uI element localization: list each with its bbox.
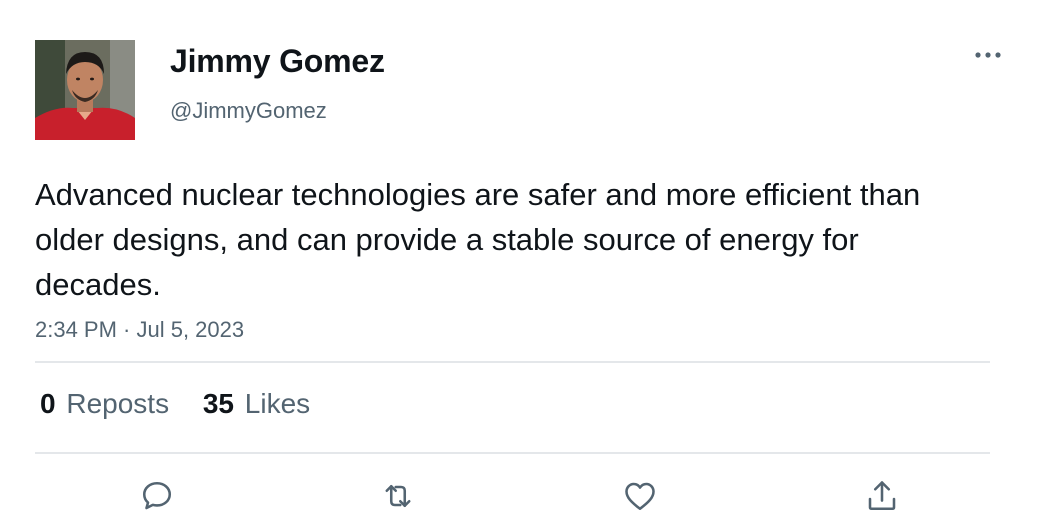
- share-icon: [868, 481, 896, 511]
- tweet-text: Advanced nuclear technologies are safer …: [35, 177, 921, 302]
- reposts-stat[interactable]: 0 Reposts: [40, 388, 169, 420]
- more-options-button[interactable]: [968, 40, 1008, 70]
- reposts-count: 0: [40, 388, 56, 419]
- author-name[interactable]: Jimmy Gomez: [170, 43, 385, 80]
- share-button[interactable]: [860, 474, 904, 518]
- avatar-photo: [35, 40, 135, 140]
- reply-button[interactable]: [135, 474, 179, 518]
- tweet-timestamp[interactable]: 2:34 PM · Jul 5, 2023: [35, 317, 244, 343]
- divider: [35, 361, 990, 363]
- reposts-label: Reposts: [66, 388, 170, 419]
- heart-icon: [625, 482, 655, 511]
- avatar[interactable]: [35, 40, 135, 140]
- engagement-stats: 0 Reposts 35 Likes: [40, 388, 336, 420]
- divider: [35, 452, 990, 454]
- reply-icon: [142, 481, 172, 510]
- repost-button[interactable]: [376, 474, 420, 518]
- repost-icon: [385, 484, 411, 508]
- likes-label: Likes: [244, 388, 311, 419]
- likes-count: 35: [202, 388, 235, 419]
- author-handle[interactable]: @JimmyGomez: [170, 98, 327, 124]
- like-button[interactable]: [618, 474, 662, 518]
- likes-stat[interactable]: 35 Likes: [203, 388, 310, 420]
- more-horizontal-icon: [975, 52, 1001, 58]
